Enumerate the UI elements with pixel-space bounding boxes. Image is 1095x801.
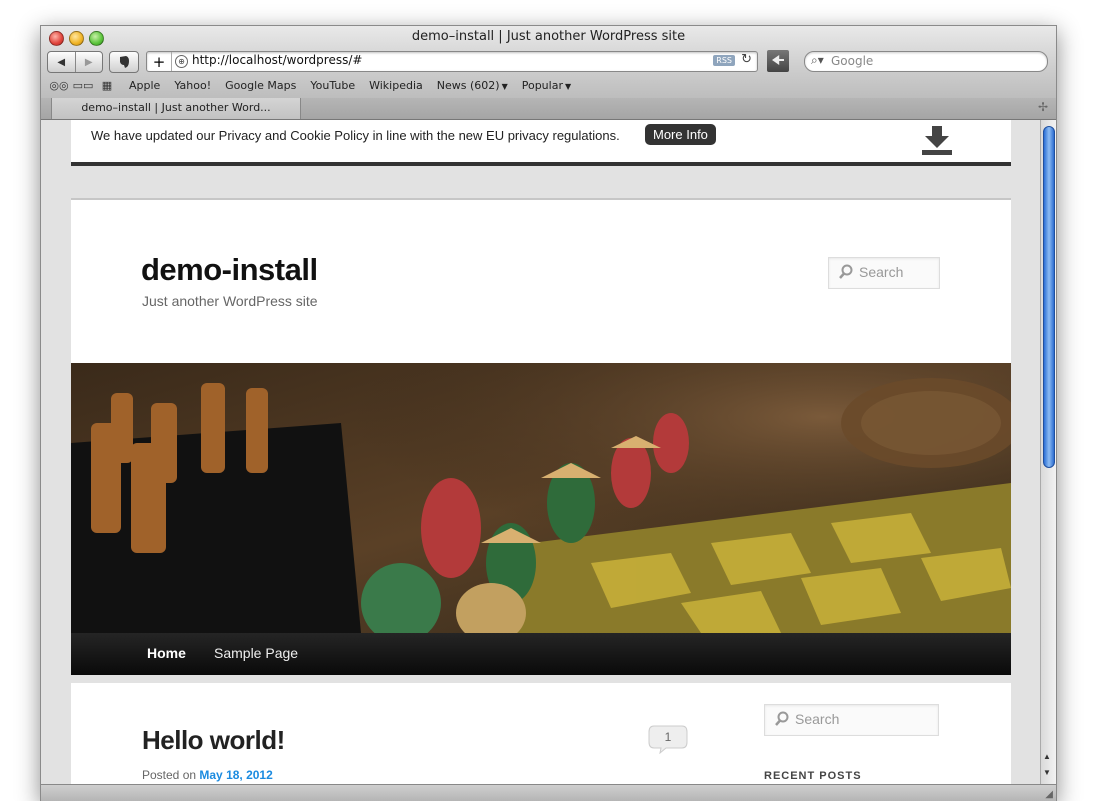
evernote-button[interactable] bbox=[109, 51, 139, 73]
forward-arrow-icon: ▶ bbox=[84, 56, 93, 68]
rss-button[interactable]: RSS bbox=[713, 55, 735, 66]
resize-grip-icon[interactable]: ◢ bbox=[1045, 789, 1053, 800]
search-icon bbox=[839, 264, 853, 279]
bookmark-youtube[interactable]: YouTube bbox=[310, 79, 355, 92]
page-viewport: We have updated our Privacy and Cookie P… bbox=[41, 120, 1041, 784]
bookmark-news-label: News (602) bbox=[436, 78, 500, 92]
header-search-placeholder: Search bbox=[859, 264, 904, 280]
nav-home[interactable]: Home bbox=[147, 645, 186, 661]
browser-window: demo–install | Just another WordPress si… bbox=[40, 25, 1057, 801]
address-bar[interactable]: + ⊕ http://localhost/wordpress/# RSS ↻ bbox=[146, 51, 758, 72]
search-icon bbox=[775, 711, 789, 726]
comment-count: 1 bbox=[665, 730, 672, 744]
bookmark-wikipedia[interactable]: Wikipedia bbox=[369, 79, 423, 92]
post-title[interactable]: Hello world! bbox=[142, 725, 285, 756]
window-title: demo–install | Just another WordPress si… bbox=[411, 29, 686, 44]
bookmark-yahoo[interactable]: Yahoo! bbox=[174, 79, 211, 92]
new-tab-icon[interactable]: ✢ bbox=[1038, 100, 1048, 114]
recent-posts-heading: RECENT POSTS bbox=[764, 770, 862, 782]
header-image-chess bbox=[71, 363, 1011, 633]
back-forward-group: ◀ ▶ bbox=[47, 51, 103, 73]
forward-button[interactable]: ▶ bbox=[74, 52, 103, 72]
title-bar: demo–install | Just another WordPress si… bbox=[41, 26, 1056, 99]
search-icon: ⌕▾ bbox=[811, 53, 824, 67]
vertical-scrollbar[interactable]: ▲ ▼ bbox=[1040, 120, 1056, 784]
top-sites-grid-icon[interactable]: ▦ bbox=[99, 78, 115, 92]
chevron-down-icon: ▼ bbox=[564, 81, 572, 91]
download-icon[interactable] bbox=[921, 126, 953, 156]
sidebar-search-input[interactable]: Search bbox=[764, 704, 939, 736]
bookmark-popular-menu[interactable]: Popular ▼ bbox=[522, 79, 571, 92]
back-arrow-icon: ◀ bbox=[57, 56, 66, 68]
bookmarks-bar: ◎◎ ▭▭ ▦ Apple Yahoo! Google Maps YouTube… bbox=[41, 76, 1056, 94]
wordpress-page: demo-install Just another WordPress site… bbox=[71, 198, 1011, 784]
cookie-text: We have updated our Privacy and Cookie P… bbox=[91, 128, 620, 143]
book-icon[interactable]: ▭▭ bbox=[73, 78, 94, 92]
sidebar-search-placeholder: Search bbox=[795, 711, 840, 727]
more-info-button[interactable]: More Info bbox=[645, 124, 716, 145]
comment-bubble-icon[interactable]: 1 bbox=[648, 724, 688, 754]
post-meta: Posted on May 18, 2012 bbox=[142, 768, 273, 782]
posted-on-label: Posted on bbox=[142, 768, 197, 782]
bookmark-news-menu[interactable]: News (602) ▼ bbox=[437, 79, 508, 92]
cookie-banner: We have updated our Privacy and Cookie P… bbox=[71, 120, 1011, 166]
site-description: Just another WordPress site bbox=[142, 293, 318, 309]
reading-list-icon[interactable]: ◎◎ bbox=[49, 78, 68, 92]
main-nav: Home Sample Page bbox=[71, 633, 1011, 675]
reload-icon[interactable]: ↻ bbox=[741, 52, 752, 67]
tab-demo-install[interactable]: demo–install | Just another Word... bbox=[51, 98, 301, 119]
status-bar: ◢ bbox=[41, 784, 1056, 801]
bookmark-popular-label: Popular bbox=[521, 78, 563, 92]
header-search-input[interactable]: Search bbox=[828, 257, 940, 289]
site-title[interactable]: demo-install bbox=[141, 252, 318, 288]
bookmark-google-maps[interactable]: Google Maps bbox=[225, 79, 296, 92]
back-button[interactable]: ◀ bbox=[48, 52, 75, 72]
evernote-icon bbox=[120, 56, 129, 68]
post-date-link[interactable]: May 18, 2012 bbox=[199, 768, 272, 782]
google-search-field[interactable]: ⌕▾ Google bbox=[804, 51, 1048, 72]
globe-icon: ⊕ bbox=[175, 55, 188, 68]
scroll-down-arrow-icon[interactable]: ▼ bbox=[1043, 768, 1051, 777]
nav-sample-page[interactable]: Sample Page bbox=[214, 645, 298, 661]
google-search-placeholder: Google bbox=[831, 54, 874, 68]
nav-divider bbox=[71, 675, 1011, 683]
add-bookmark-button[interactable]: + bbox=[147, 52, 172, 71]
chevron-down-icon: ▼ bbox=[501, 81, 508, 91]
address-url[interactable]: http://localhost/wordpress/# bbox=[192, 53, 362, 67]
bookmark-apple[interactable]: Apple bbox=[129, 79, 160, 92]
tab-bar: demo–install | Just another Word... ✢ bbox=[41, 98, 1056, 120]
scroll-up-arrow-icon[interactable]: ▲ bbox=[1043, 752, 1051, 761]
scrollbar-thumb[interactable] bbox=[1043, 126, 1055, 468]
snapback-icon[interactable] bbox=[767, 50, 789, 72]
